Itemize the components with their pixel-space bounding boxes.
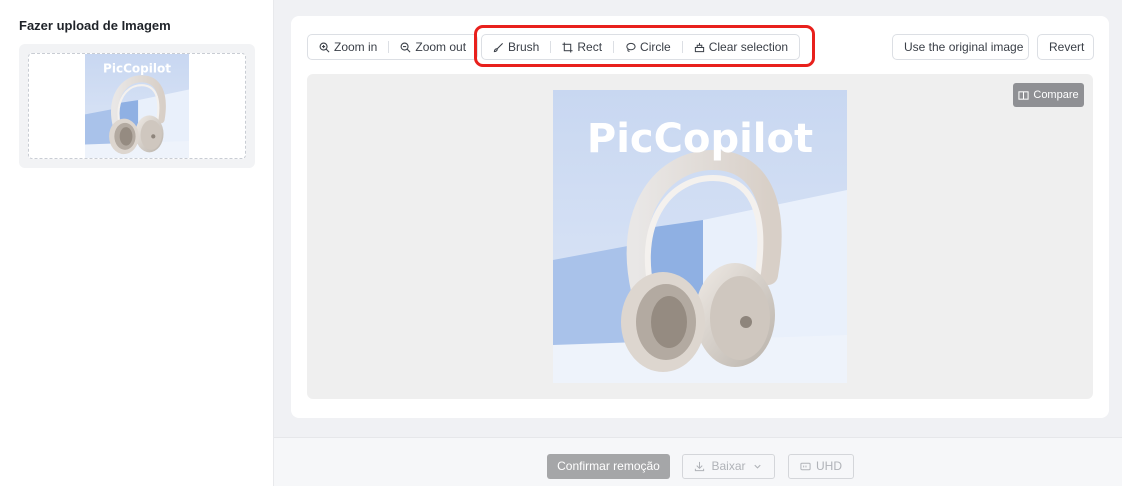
confirm-removal-button[interactable]: Confirmar remoção [547, 454, 670, 479]
clear-selection-button[interactable]: Clear selection [683, 35, 799, 59]
upload-card: PicCopilot [19, 44, 255, 168]
rect-button[interactable]: Rect [551, 35, 613, 59]
zoom-in-label: Zoom in [334, 40, 378, 54]
image-canvas[interactable]: PicCopilot Compare [307, 74, 1093, 399]
thumbnail-watermark: PicCopilot [103, 61, 171, 75]
zoom-out-icon [400, 42, 411, 53]
brush-icon [493, 42, 504, 53]
download-button[interactable]: Baixar [682, 454, 775, 479]
main-image[interactable]: PicCopilot [553, 90, 847, 383]
lasso-icon [625, 42, 636, 53]
compare-icon [1018, 90, 1029, 101]
rect-label: Rect [577, 40, 603, 54]
download-label: Baixar [711, 459, 746, 473]
image-watermark: PicCopilot [587, 116, 813, 162]
zoom-out-button[interactable]: Zoom out [389, 35, 477, 59]
chevron-down-icon [752, 461, 763, 472]
revert-button[interactable]: Revert [1037, 34, 1094, 60]
zoom-out-label: Zoom out [415, 40, 467, 54]
brush-label: Brush [508, 40, 540, 54]
clear-selection-label: Clear selection [708, 40, 789, 54]
compare-label: Compare [1033, 89, 1079, 101]
brush-button[interactable]: Brush [482, 35, 550, 59]
uhd-label: UHD [816, 459, 842, 473]
bottom-action-bar: Confirmar remoção Baixar UHD [274, 437, 1122, 486]
upload-dropzone[interactable]: PicCopilot [28, 53, 246, 159]
zoom-in-button[interactable]: Zoom in [308, 35, 388, 59]
uploaded-image-thumbnail[interactable]: PicCopilot [85, 54, 189, 158]
circle-button[interactable]: Circle [614, 35, 682, 59]
download-icon [694, 461, 705, 472]
selection-tool-group: Brush Rect Circle Clear selection [481, 34, 801, 60]
left-panel: Fazer upload de Imagem PicCopilot [0, 0, 274, 486]
circle-label: Circle [640, 40, 671, 54]
rect-select-icon [562, 41, 573, 53]
editor-area: Zoom in Zoom out Brush Rect Circle Clear… [274, 0, 1122, 486]
hd-icon [800, 461, 811, 472]
compare-button[interactable]: Compare [1013, 83, 1084, 107]
editor-card: Zoom in Zoom out Brush Rect Circle Clear… [291, 16, 1109, 418]
zoom-in-icon [319, 42, 330, 53]
eraser-icon [694, 42, 705, 53]
use-original-image-button[interactable]: Use the original image [892, 34, 1029, 60]
uhd-button[interactable]: UHD [788, 454, 854, 479]
zoom-button-group: Zoom in Zoom out [307, 34, 479, 60]
upload-title: Fazer upload de Imagem [19, 18, 171, 33]
